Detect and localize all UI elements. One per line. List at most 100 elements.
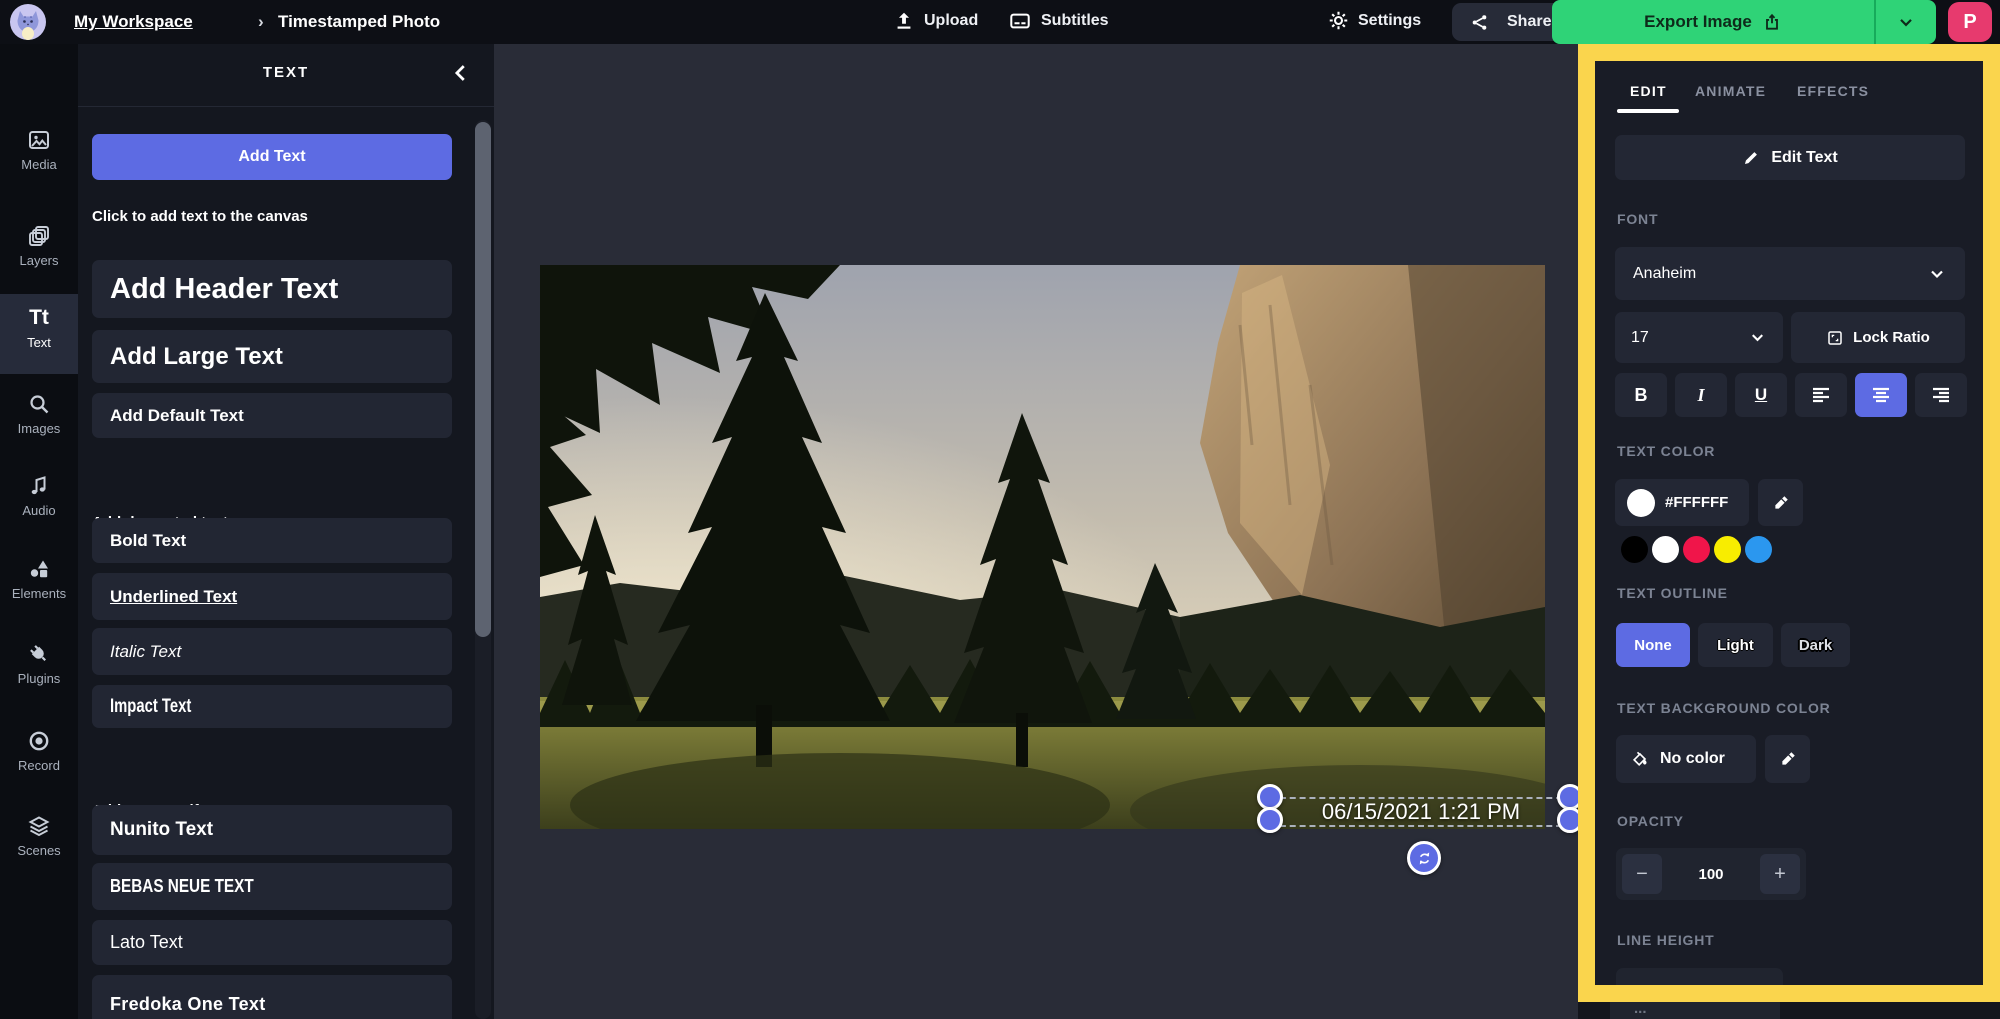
rotate-icon: [1419, 852, 1429, 864]
subtitles-label: Subtitles: [1041, 12, 1109, 29]
align-center-icon: [1873, 387, 1889, 403]
sidebar-item-label: Images: [17, 421, 61, 436]
edit-text-label: Edit Text: [1771, 148, 1838, 166]
outline-none-label: None: [1634, 636, 1672, 654]
font-size-select[interactable]: 17: [1615, 312, 1783, 363]
edit-text-button[interactable]: Edit Text: [1615, 135, 1965, 180]
background-eyedropper-button[interactable]: [1765, 735, 1810, 783]
swatch-blue[interactable]: [1745, 536, 1772, 563]
tab-animate[interactable]: ANIMATE: [1695, 83, 1766, 99]
impact-text-card[interactable]: Impact Text: [92, 685, 452, 728]
breadcrumb-workspace-link[interactable]: My Workspace: [74, 12, 193, 32]
outline-light-button[interactable]: Light: [1698, 623, 1773, 667]
opacity-decrease-button[interactable]: −: [1622, 854, 1662, 894]
export-button-group: Export Image: [1552, 0, 1936, 44]
elements-shapes-icon: [27, 557, 51, 581]
topbar: My Workspace › Timestamped Photo Upload …: [0, 0, 2000, 44]
nunito-text-card[interactable]: Nunito Text: [92, 805, 452, 855]
sidebar-item-layers[interactable]: Layers: [0, 224, 78, 268]
sidebar-item-media[interactable]: Media: [0, 128, 78, 172]
add-default-text-card[interactable]: Add Default Text: [92, 393, 452, 438]
text-layer-selection-box[interactable]: 06/15/2021 1:21 PM: [1270, 797, 1572, 827]
italic-button[interactable]: I: [1675, 373, 1727, 417]
add-text-button[interactable]: Add Text: [92, 134, 452, 180]
bold-text-card[interactable]: Bold Text: [92, 518, 452, 563]
canvas-area[interactable]: 06/15/2021 1:21 PM: [494, 44, 1583, 1019]
text-color-eyedropper-button[interactable]: [1758, 479, 1803, 526]
subtitles-icon: [1010, 13, 1030, 29]
swatch-red[interactable]: [1683, 536, 1710, 563]
bold-button[interactable]: B: [1615, 373, 1667, 417]
font-family-select[interactable]: Anaheim: [1615, 247, 1965, 300]
resize-handle-left-bottom[interactable]: [1257, 807, 1283, 833]
avatar[interactable]: P: [1948, 2, 1992, 42]
media-icon: [27, 128, 51, 152]
kapwing-logo[interactable]: [10, 4, 46, 40]
sidebar-item-images[interactable]: Images: [0, 392, 78, 436]
export-share-icon: [1765, 13, 1778, 30]
align-center-button[interactable]: [1855, 373, 1907, 417]
swatch-yellow[interactable]: [1714, 536, 1741, 563]
bebas-neue-text-card[interactable]: BEBAS NEUE TEXT: [92, 863, 452, 910]
timestamp-text-layer[interactable]: 06/15/2021 1:21 PM: [1322, 799, 1520, 825]
outline-dark-button[interactable]: Dark: [1781, 623, 1850, 667]
no-color-bucket-icon: [1632, 751, 1647, 767]
font-section-label: FONT: [1617, 211, 1659, 227]
underline-button[interactable]: U: [1735, 373, 1787, 417]
sidebar-item-label: Audio: [22, 503, 56, 518]
export-image-button[interactable]: Export Image: [1552, 0, 1874, 44]
card-label: BEBAS NEUE TEXT: [110, 876, 254, 896]
outline-dark-label: Dark: [1798, 636, 1833, 654]
outline-light-label: Light: [1717, 636, 1754, 654]
canvas-photo[interactable]: [540, 265, 1545, 829]
chevron-down-icon: [1752, 334, 1763, 342]
swatch-black[interactable]: [1621, 536, 1648, 563]
sidebar-item-label: Plugins: [17, 671, 61, 686]
card-label: Add Large Text: [110, 342, 283, 370]
sidebar-item-scenes[interactable]: Scenes: [0, 814, 78, 858]
text-color-hex: #FFFFFF: [1665, 494, 1729, 511]
text-color-chip[interactable]: #FFFFFF: [1615, 479, 1749, 526]
underlined-text-card[interactable]: Underlined Text: [92, 573, 452, 620]
align-right-button[interactable]: [1915, 373, 1967, 417]
opacity-increase-button[interactable]: +: [1760, 854, 1800, 894]
sidebar-item-elements[interactable]: Elements: [0, 557, 78, 601]
tab-edit[interactable]: EDIT: [1630, 83, 1667, 99]
rotate-handle[interactable]: [1407, 841, 1441, 875]
align-left-button[interactable]: [1795, 373, 1847, 417]
upload-button[interactable]: Upload: [893, 10, 978, 32]
swatch-white[interactable]: [1652, 536, 1679, 563]
panel-scrollbar-thumb[interactable]: [475, 122, 491, 637]
add-header-text-card[interactable]: Add Header Text: [92, 260, 452, 318]
no-color-button[interactable]: No color: [1616, 735, 1756, 783]
minus-icon: −: [1636, 862, 1648, 885]
current-color-circle: [1627, 488, 1655, 517]
add-large-text-card[interactable]: Add Large Text: [92, 330, 452, 383]
text-color-label: TEXT COLOR: [1617, 443, 1716, 459]
lock-ratio-icon: [1828, 330, 1842, 345]
sidebar-item-label: Record: [18, 758, 60, 773]
fredoka-one-text-card[interactable]: Fredoka One Text: [92, 975, 452, 1019]
underline-glyph: U: [1754, 385, 1768, 404]
subtitles-button[interactable]: Subtitles: [1008, 10, 1109, 32]
breadcrumb-project-title[interactable]: Timestamped Photo: [278, 12, 440, 32]
sidebar-item-text[interactable]: Tt Text: [0, 306, 78, 350]
sidebar-item-record[interactable]: Record: [0, 729, 78, 773]
outline-none-button[interactable]: None: [1616, 623, 1690, 667]
card-label: Impact Text: [110, 695, 192, 717]
tab-effects[interactable]: EFFECTS: [1797, 83, 1869, 99]
export-options-menu-button[interactable]: [1876, 0, 1936, 44]
bold-glyph: B: [1634, 384, 1648, 405]
plug-icon: [27, 642, 51, 666]
line-height-select[interactable]: [1616, 968, 1783, 985]
italic-text-card[interactable]: Italic Text: [92, 628, 452, 675]
lock-ratio-button[interactable]: Lock Ratio: [1791, 312, 1965, 363]
lato-text-card[interactable]: Lato Text: [92, 920, 452, 965]
settings-button[interactable]: Settings: [1328, 10, 1421, 31]
collapse-panel-button[interactable]: [450, 62, 472, 84]
text-background-color-label: TEXT BACKGROUND COLOR: [1617, 700, 1831, 716]
text-outline-label: TEXT OUTLINE: [1617, 585, 1728, 601]
card-label: Fredoka One Text: [110, 993, 266, 1014]
sidebar-item-plugins[interactable]: Plugins: [0, 642, 78, 686]
sidebar-item-audio[interactable]: Audio: [0, 474, 78, 518]
